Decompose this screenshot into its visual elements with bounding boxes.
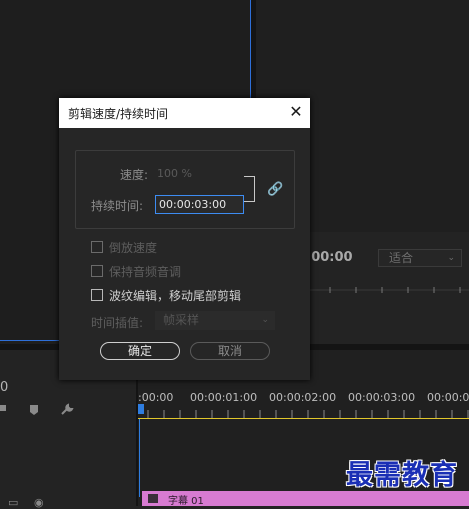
ruler-label: 00:00:03:00: [348, 391, 416, 404]
speed-label: 速度:: [120, 168, 149, 182]
wrench-icon[interactable]: [60, 403, 74, 417]
ruler-label: :00:00: [138, 391, 174, 404]
playhead-line: [139, 419, 140, 497]
link-bracket: [244, 176, 255, 202]
ripple-edit-checkbox[interactable]: [91, 289, 103, 301]
caption-track-icon[interactable]: ▭: [8, 496, 18, 509]
clip-fx-icon: [148, 494, 158, 503]
ok-button[interactable]: 确定: [100, 342, 180, 360]
speed-value[interactable]: 100 %: [157, 167, 192, 180]
reverse-speed-checkbox[interactable]: [91, 241, 103, 253]
work-area-bar[interactable]: [138, 418, 469, 419]
ruler-label: 00:00:01:00: [190, 391, 258, 404]
ripple-edit-label: 波纹编辑，移动尾部剪辑: [109, 289, 242, 303]
close-icon[interactable]: ✕: [287, 102, 305, 122]
clip-speed-dialog: 剪辑速度/持续时间 ✕ 速度: 100 % 持续时间: 🔗 倒放速度 保持音频音…: [59, 98, 310, 380]
dialog-title: 剪辑速度/持续时间: [68, 107, 169, 121]
time-interpolation-value: 帧采样: [163, 313, 200, 327]
speed-duration-group: [75, 150, 295, 229]
watermark: 最需教育: [346, 460, 458, 491]
time-ruler-ticks[interactable]: [138, 406, 469, 418]
chevron-down-icon: ⌄: [447, 253, 455, 263]
fit-zoom-select[interactable]: 适合 ⌄: [378, 249, 462, 267]
fit-zoom-value: 适合: [389, 251, 414, 265]
monitor-ruler[interactable]: [300, 286, 469, 294]
marker-icon[interactable]: [27, 403, 41, 417]
timeline-current-time[interactable]: 0: [0, 380, 8, 395]
ruler-label: 00:00:04: [427, 391, 469, 404]
reverse-speed-label: 倒放速度: [109, 241, 158, 255]
ruler-label: 00:00:02:00: [269, 391, 337, 404]
time-interpolation-select[interactable]: 帧采样 ⌄: [155, 311, 275, 330]
link-icon[interactable]: 🔗: [267, 182, 283, 197]
dialog-title-bar[interactable]: 剪辑速度/持续时间 ✕: [59, 98, 310, 128]
clip-label: 字幕 01: [168, 496, 204, 507]
duration-input[interactable]: [155, 195, 244, 214]
chevron-down-icon: ⌄: [261, 315, 269, 325]
duration-label: 持续时间:: [91, 199, 144, 213]
snap-icon[interactable]: [0, 403, 14, 417]
maintain-pitch-label: 保持音频音调: [109, 265, 182, 279]
maintain-pitch-checkbox[interactable]: [91, 265, 103, 277]
cancel-button[interactable]: 取消: [190, 342, 270, 360]
program-timecode[interactable]: :00:00: [306, 250, 353, 265]
playhead-handle[interactable]: [138, 404, 144, 414]
time-interpolation-label: 时间插值:: [91, 316, 144, 330]
eye-icon[interactable]: ◉: [34, 496, 44, 509]
